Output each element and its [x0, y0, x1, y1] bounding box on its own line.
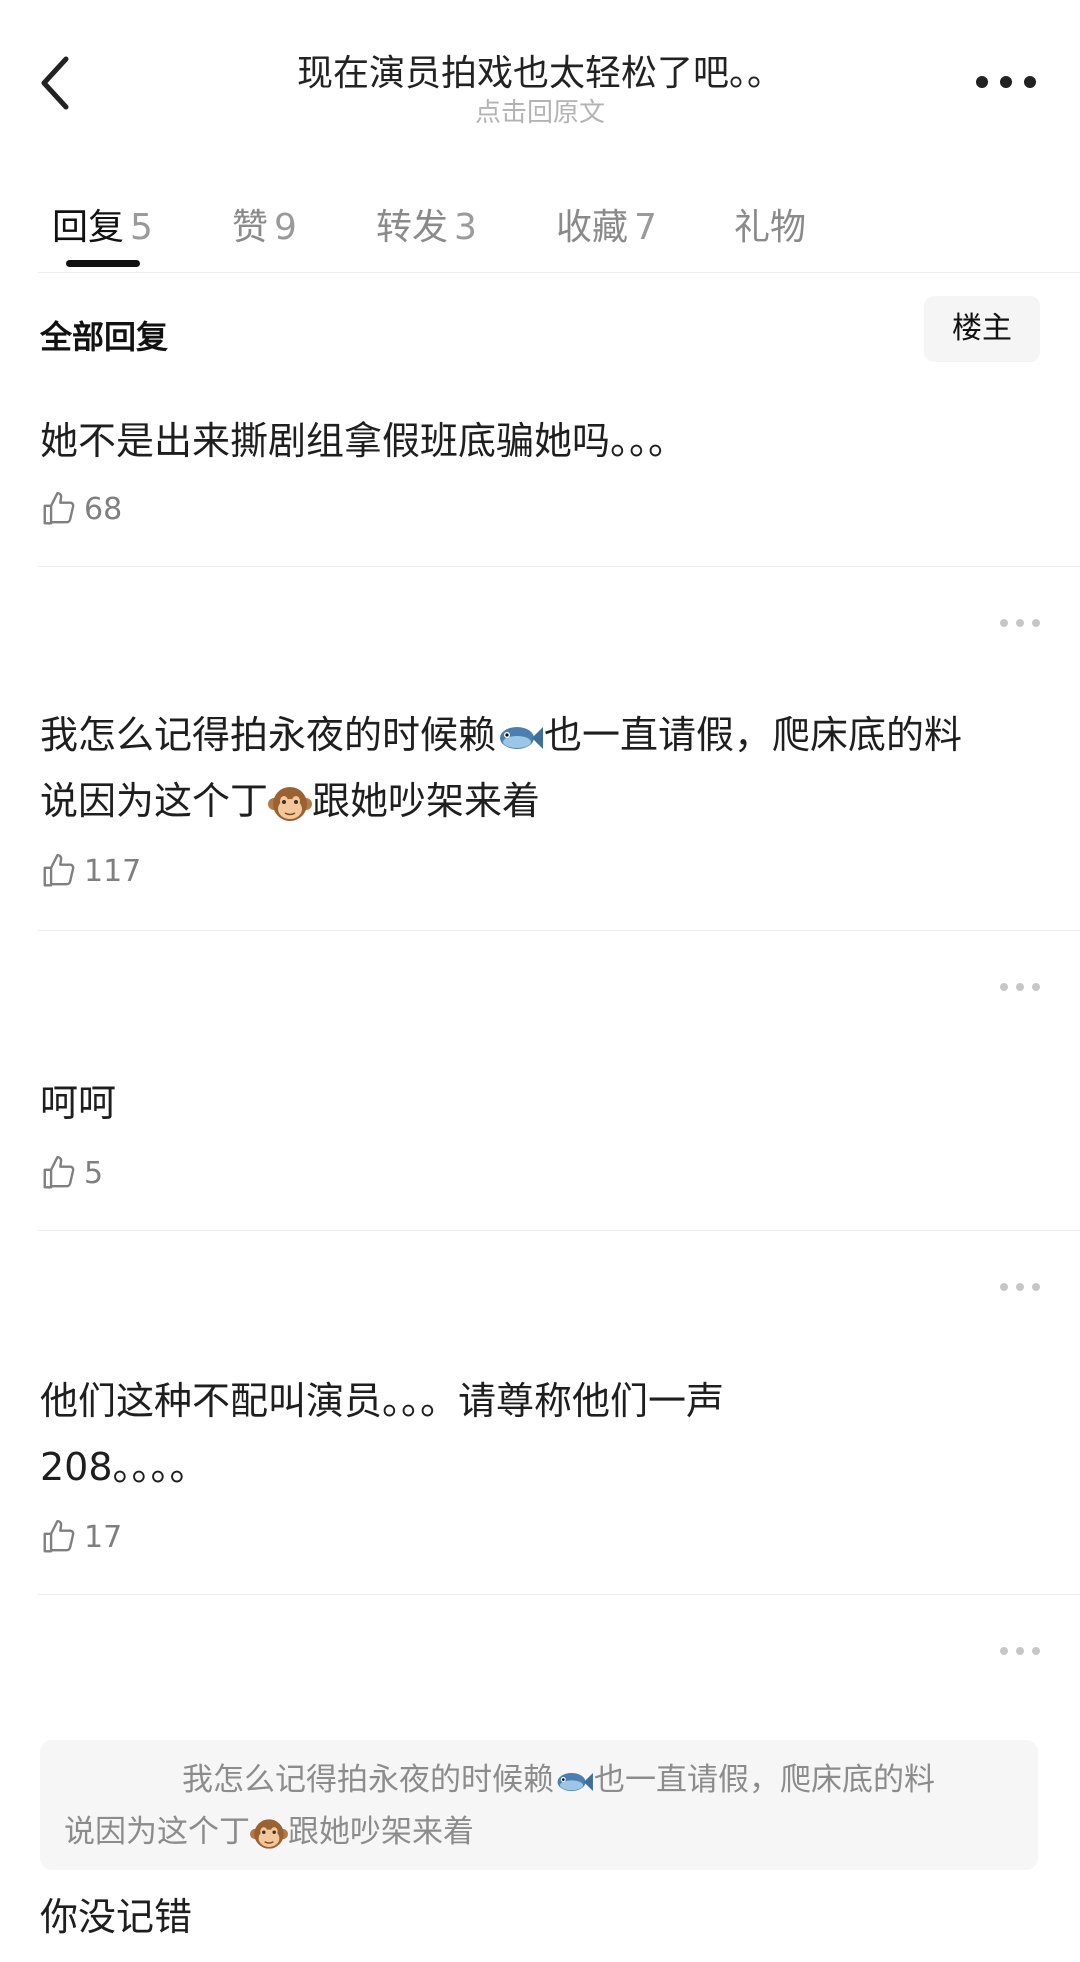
thumbs-up-icon [43, 1519, 75, 1553]
comment-more-button[interactable] [1000, 1644, 1040, 1658]
more-dots-icon [1000, 1283, 1008, 1291]
more-options-button[interactable] [976, 70, 1036, 94]
like-button[interactable]: 17 [40, 1516, 122, 1558]
view-original-link[interactable]: 点击回原文 [0, 92, 1080, 129]
more-horizontal-icon [976, 76, 988, 88]
tab-bar: 回复 5 赞9 转发 3 收藏 7 礼物 [0, 180, 1080, 272]
divider [38, 1594, 1080, 1595]
like-button[interactable]: 5 [40, 1152, 103, 1194]
comment-text: 你没记错 [40, 1895, 193, 1939]
thumbs-up-icon [43, 853, 75, 887]
reply-filter-bar: 全部回复 楼主 [0, 292, 1080, 372]
thumbs-up-icon [43, 1155, 75, 1189]
comment-text: 我怎么记得拍永夜的时候赖 也一直请假，爬床底的料 说因为这个丁 跟她吵架来着 [40, 702, 1050, 834]
divider [38, 566, 1080, 567]
comment-text: 呵呵 [40, 1081, 117, 1125]
like-count: 17 [84, 1519, 123, 1555]
fish-emoji-icon [500, 726, 544, 749]
page-title: 现在演员拍戏也太轻松了吧。。 [296, 53, 783, 94]
comment-text: 她不是出来撕剧组拿假班底骗她吗。。。 [40, 419, 687, 463]
thumbs-up-icon [43, 491, 75, 525]
more-dots-icon [1000, 619, 1008, 627]
like-button[interactable]: 68 [40, 488, 122, 530]
like-button[interactable]: 117 [40, 850, 141, 892]
comment-more-button[interactable] [1000, 1280, 1040, 1294]
divider [38, 272, 1080, 273]
divider [38, 930, 1080, 931]
more-dots-icon [1000, 1647, 1008, 1655]
like-count: 5 [84, 1155, 104, 1191]
top-bar: 现在演员拍戏也太轻松了吧。。 点击回原文 [0, 0, 1080, 150]
tab-reposts[interactable]: 转发 3 [376, 198, 477, 250]
tab-favorites[interactable]: 收藏 7 [556, 198, 657, 250]
monkey-emoji-icon [250, 1818, 288, 1849]
more-dots-icon [1000, 983, 1008, 991]
monkey-emoji-icon [268, 786, 313, 821]
comment-more-button[interactable] [1000, 616, 1040, 630]
like-count: 68 [84, 491, 123, 527]
tab-gifts[interactable]: 礼物 [734, 198, 806, 250]
like-count: 117 [84, 853, 142, 889]
active-tab-indicator [66, 260, 140, 267]
comment-more-button[interactable] [1000, 980, 1040, 994]
divider [38, 1230, 1080, 1231]
op-only-button[interactable]: 楼主 [924, 296, 1040, 362]
comment-text: 他们这种不配叫演员。。。请尊称他们一声 208。。。。 [40, 1379, 725, 1489]
all-replies-label: 全部回复 [40, 318, 169, 356]
tab-replies[interactable]: 回复 5 [52, 198, 153, 250]
quoted-comment[interactable]: 我怎么记得拍永夜的时候赖 也一直请假，爬床底的料 说因为这个丁 跟她吵架来着 [40, 1740, 1038, 1870]
fish-emoji-icon [557, 1772, 593, 1791]
tab-likes[interactable]: 赞9 [232, 198, 297, 250]
